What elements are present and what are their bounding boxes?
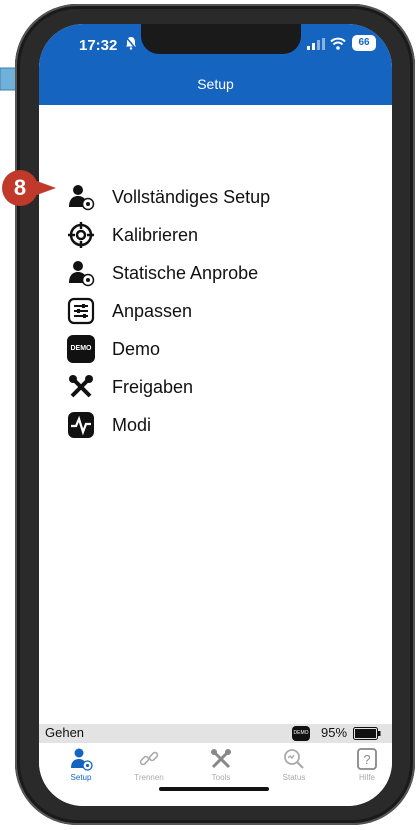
home-indicator [159, 787, 269, 791]
app-screen: 17:32 66 Setup Vollständiges Setup Kalib… [39, 24, 392, 806]
menu-item-releases[interactable]: Freigaben [66, 368, 386, 406]
pulse-icon [66, 410, 96, 440]
tools-icon [211, 749, 231, 769]
signal-icon [307, 38, 325, 50]
tab-status[interactable]: Status [264, 747, 324, 782]
demo-badge-text: DEMO [67, 335, 95, 363]
person-gear-icon [66, 258, 96, 288]
navigation-bar: 17:32 66 Setup [39, 24, 392, 105]
menu-item-label: Statische Anprobe [112, 262, 259, 283]
menu-item-full-setup[interactable]: Vollständiges Setup [66, 178, 386, 216]
menu-item-label: Anpassen [112, 300, 193, 321]
tab-label: Tools [211, 773, 231, 782]
tab-bar: Setup Trennen Tools Status ? Hilfe [39, 743, 392, 806]
tab-disconnect[interactable]: Trennen [119, 747, 179, 782]
battery-percent: 95% [321, 725, 348, 740]
tools-icon [66, 372, 96, 402]
broken-link-icon [139, 751, 159, 766]
magnifier-icon [284, 749, 304, 769]
menu-item-label: Vollständiges Setup [112, 186, 271, 207]
connection-status-bar: Gehen DEMO 95% [39, 724, 392, 743]
bell-muted-icon [125, 36, 137, 50]
menu-item-static-fitting[interactable]: Statische Anprobe [66, 254, 386, 292]
menu-item-label: Freigaben [112, 376, 194, 397]
demo-indicator: DEMO [292, 726, 310, 741]
tab-setup[interactable]: Setup [51, 747, 111, 782]
menu-item-calibrate[interactable]: Kalibrieren [66, 216, 386, 254]
tab-tools[interactable]: Tools [191, 747, 251, 782]
battery-level: 66 [352, 35, 376, 51]
sliders-icon [66, 296, 96, 326]
tab-label: Setup [70, 773, 92, 782]
device-notch [141, 24, 301, 54]
svg-text:?: ? [363, 752, 370, 767]
menu-item-label: Demo [112, 338, 161, 359]
connection-status: Gehen [45, 725, 85, 740]
menu-item-label: Kalibrieren [112, 224, 199, 245]
question-box-icon: ? [357, 748, 377, 770]
wifi-icon [330, 37, 346, 50]
menu-item-label: Modi [112, 414, 152, 435]
tab-label: Status [282, 773, 306, 782]
menu-item-adjust[interactable]: Anpassen [66, 292, 386, 330]
page-title: Setup [197, 76, 234, 92]
demo-badge-icon: DEMO [66, 334, 96, 364]
callout-number: 8 [13, 175, 27, 200]
crosshair-icon [66, 220, 96, 250]
person-gear-icon [66, 182, 96, 212]
menu-item-modes[interactable]: Modi [66, 406, 386, 444]
battery-icon [353, 727, 381, 740]
status-time: 17:32 [79, 37, 118, 54]
setup-menu: Vollständiges Setup Kalibrieren Statisch… [66, 178, 386, 444]
menu-item-demo[interactable]: DEMO Demo [66, 330, 386, 368]
phone-frame: 17:32 66 Setup Vollständiges Setup Kalib… [15, 4, 415, 825]
tab-label: Hilfe [358, 773, 375, 782]
person-gear-icon [71, 748, 93, 771]
tab-label: Trennen [134, 773, 164, 782]
tab-help[interactable]: ? Hilfe [337, 747, 392, 782]
